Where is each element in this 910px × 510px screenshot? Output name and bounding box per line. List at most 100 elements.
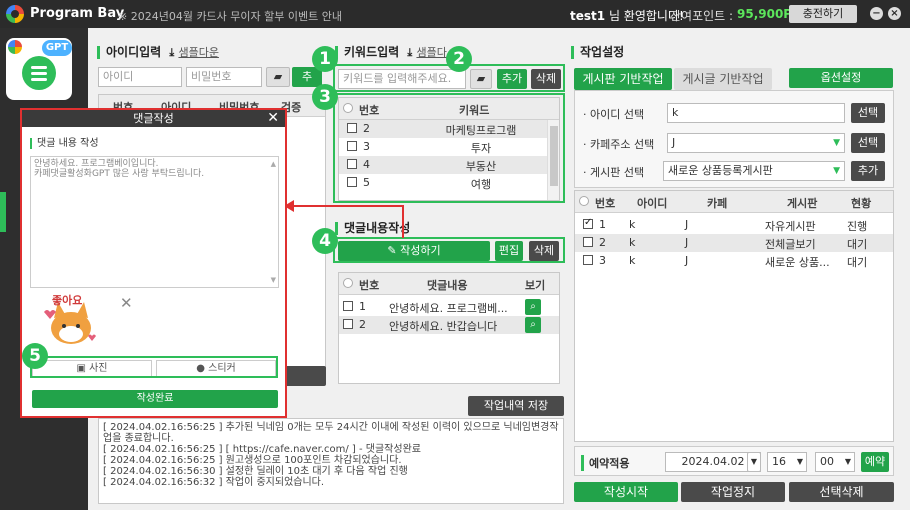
step-badge-3: 3 — [312, 84, 338, 110]
sidebar-active-indicator — [0, 192, 6, 232]
charge-button[interactable]: 충전하기 — [789, 5, 857, 23]
work-row-cafe: J — [685, 254, 689, 267]
gpt-app-icon[interactable]: GPT — [6, 38, 72, 100]
board-add-button[interactable]: 추가 — [851, 161, 885, 181]
id-select[interactable]: k — [667, 103, 845, 123]
dialog-header: 댓글작성 ✕ — [22, 110, 285, 127]
work-col-id: 아이디 — [637, 197, 668, 210]
comment-row[interactable]: 2 안녕하세요. 반갑습니다 ⌕ — [339, 316, 559, 334]
hour-dropdown-icon: ▼ — [796, 457, 803, 466]
work-row-board: 새로운 상품... — [765, 256, 830, 269]
view-comment-search-icon[interactable]: ⌕ — [525, 299, 541, 315]
highlight-attach-buttons — [30, 356, 278, 378]
work-col-cafe: 카페 — [707, 197, 728, 210]
tab-board-based[interactable]: 게시판 기반작업 — [574, 68, 672, 90]
account-title: 아이디입력 — [106, 45, 162, 59]
dialog-close-icon[interactable]: ✕ — [267, 110, 279, 127]
comment-col-content: 댓글내용 — [427, 279, 468, 292]
comment-col-no: 번호 — [359, 279, 380, 292]
reserve-hour-select[interactable]: 16 ▼ — [767, 452, 807, 472]
reserve-bar: 예약적용 2024.04.02 ▼ 16 ▼ 00 ▼ 예약 — [574, 446, 894, 476]
log-line: [ 2024.04.02.16:56:25 ] 추가된 닉네임 0개는 모두 2… — [103, 422, 559, 433]
work-row-checkbox[interactable] — [583, 255, 593, 265]
folder-icon: ▰ — [273, 70, 283, 83]
tab-post-based[interactable]: 게시글 기반작업 — [674, 68, 772, 90]
view-comment-search-icon[interactable]: ⌕ — [525, 317, 541, 333]
work-row-checkbox[interactable] — [583, 217, 593, 229]
point-label: 잔여포인트 : — [670, 9, 734, 23]
work-section-title: 작업설정 — [571, 46, 624, 59]
reserve-minute-select[interactable]: 00 ▼ — [815, 452, 855, 472]
work-col-board: 게시판 — [787, 197, 818, 210]
work-row-id: k — [629, 254, 636, 267]
id-select-label: · 아이디 선택 — [583, 108, 645, 121]
sticker-text: 좋아요 — [52, 294, 83, 307]
comment-row[interactable]: 1 안녕하세요. 프로그램베... ⌕ — [339, 298, 559, 316]
options-button[interactable]: 옵션설정 — [789, 68, 893, 88]
textarea-scroll-down-icon[interactable]: ▼ — [271, 275, 276, 285]
work-table-header: 번호 아이디 카페 게시판 현황 — [575, 191, 893, 213]
dialog-title: 댓글작성 — [133, 112, 174, 125]
dialog-section-label: 댓글 내용 작성 — [30, 138, 99, 149]
dialog-done-button[interactable]: 작성완료 — [32, 390, 278, 408]
reserve-button[interactable]: 예약 — [861, 452, 889, 472]
work-row-checkbox[interactable] — [583, 237, 593, 247]
work-row[interactable]: 3 k J 새로운 상품... 대기 — [575, 252, 893, 270]
download-icon: ⤓ — [169, 46, 175, 59]
reserve-label: 예약적용 — [581, 455, 629, 471]
work-row-cafe: J — [685, 236, 689, 249]
work-row-board: 전체글보기 — [765, 238, 816, 251]
notice-link[interactable]: ※ 2024년04월 카드사 무이자 할부 이벤트 안내 — [118, 8, 342, 24]
log-line: [ 2024.04.02.16:56:25 ] [ https://cafe.n… — [103, 444, 421, 455]
stop-button[interactable]: 작업정지 — [681, 482, 785, 502]
work-row-no: 3 — [599, 254, 606, 267]
cafe-dropdown-icon: ▼ — [833, 138, 840, 148]
work-select-all[interactable] — [579, 196, 589, 206]
comment-row-no: 1 — [359, 300, 366, 313]
comment-table-header: 번호 댓글내용 보기 — [339, 273, 559, 295]
comment-textarea[interactable]: 안녕하세요. 프로그램베이입니다. 카페댓글활성화GPT 많은 사랑 부탁드립니… — [30, 156, 279, 288]
sticker-preview: 좋아요 — [38, 288, 104, 348]
comment-row-content: 안녕하세요. 반갑습니다 — [389, 320, 498, 333]
keyword-download-icon: ⤓ — [407, 46, 413, 59]
comment-row-no: 2 — [359, 318, 366, 331]
cafe-select-label: · 카페주소 선택 — [583, 138, 655, 151]
comment-row-checkbox[interactable] — [343, 319, 353, 329]
pointer-arrow — [284, 200, 404, 238]
user-greeting: test1 님 환영합니다! — [570, 7, 684, 24]
reserve-date-dropdown-icon[interactable]: ▼ — [747, 452, 761, 472]
account-folder-button[interactable]: ▰ — [266, 67, 290, 87]
cafe-select-button[interactable]: 선택 — [851, 133, 885, 153]
start-button[interactable]: 작성시작 — [574, 482, 678, 502]
save-log-button[interactable]: 작업내역 저장 — [468, 396, 564, 416]
work-table: 번호 아이디 카페 게시판 현황 1kJ자유게시판진행2kJ전체글보기대기3kJ… — [574, 190, 894, 442]
log-panel: [ 2024.04.02.16:56:25 ] 추가된 닉네임 0개는 모두 2… — [98, 418, 564, 504]
close-window-icon[interactable]: × — [888, 7, 901, 20]
comment-row-checkbox[interactable] — [343, 301, 353, 311]
title-bar: Program Bay ※ 2024년04월 카드사 무이자 할부 이벤트 안내… — [0, 0, 910, 28]
id-select-button[interactable]: 선택 — [851, 103, 885, 123]
keyword-section-title: 키워드입력 ⤓ 샘플다 — [335, 46, 447, 59]
board-select[interactable]: 새로운 상품등록게시판 ▼ — [663, 161, 845, 181]
comment-row-content: 안녕하세요. 프로그램베... — [389, 302, 508, 315]
work-row[interactable]: 1 k J 자유게시판 진행 — [575, 216, 893, 234]
account-sample-link[interactable]: 샘플다운 — [178, 46, 218, 59]
point-value: 95,900P — [737, 7, 793, 21]
textarea-line-1: 안녕하세요. 프로그램베이입니다. — [34, 159, 159, 169]
cafe-select[interactable]: J ▼ — [667, 133, 845, 153]
work-row-cafe: J — [685, 218, 689, 231]
delete-selected-button[interactable]: 선택삭제 — [789, 482, 894, 502]
log-line: [ 2024.04.02.16:56:32 ] 작업이 중지되었습니다. — [103, 477, 325, 488]
log-line: 업을 종료합니다. — [103, 433, 174, 444]
comment-select-all[interactable] — [343, 278, 353, 288]
keyword-sample-link[interactable]: 샘플다 — [416, 46, 446, 59]
work-row-status: 대기 — [847, 256, 868, 269]
step-badge-2: 2 — [446, 46, 472, 72]
id-input[interactable]: 아이디 — [98, 67, 182, 87]
menu-bubble-icon — [22, 56, 56, 90]
remove-sticker-icon[interactable]: ✕ — [120, 294, 133, 312]
minimize-icon[interactable]: − — [870, 7, 883, 20]
textarea-scroll-up-icon[interactable]: ▲ — [271, 159, 276, 169]
work-row[interactable]: 2 k J 전체글보기 대기 — [575, 234, 893, 252]
password-input[interactable]: 비밀번호 — [186, 67, 262, 87]
